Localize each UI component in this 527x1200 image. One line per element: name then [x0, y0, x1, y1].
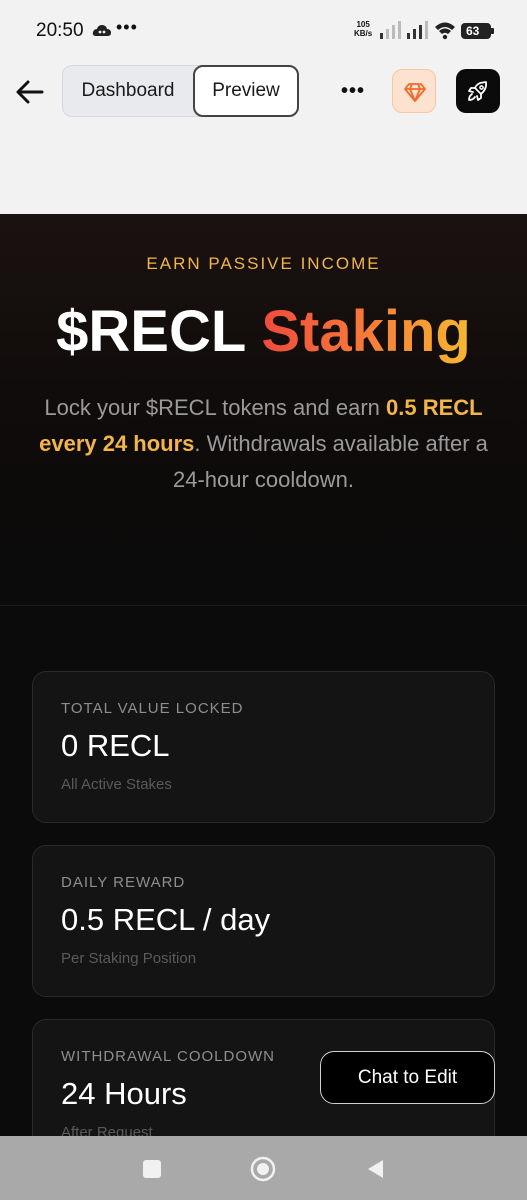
page-title: $RECL Staking: [0, 298, 527, 365]
rocket-icon: [468, 81, 488, 101]
signal-icon-2: [407, 21, 428, 39]
stat-value: 0.5 RECL / day: [61, 902, 271, 937]
hero-eyebrow: EARN PASSIVE INCOME: [146, 254, 381, 273]
more-menu-button[interactable]: •••: [341, 80, 365, 103]
chat-to-edit-button[interactable]: Chat to Edit: [320, 1051, 495, 1104]
status-bar: 20:50 ••• 105 KB/s 63: [0, 0, 527, 64]
wifi-icon: [435, 22, 455, 40]
stat-value: 0 RECL: [61, 728, 170, 763]
network-speed: 105 KB/s: [354, 20, 372, 38]
gem-button[interactable]: [392, 69, 436, 113]
back-icon[interactable]: [365, 1158, 385, 1180]
stat-value: 24 Hours: [61, 1076, 187, 1111]
stat-label: DAILY REWARD: [61, 874, 186, 891]
cloud-game-icon: [92, 25, 111, 36]
battery-level: 63: [466, 24, 480, 38]
recents-icon[interactable]: [143, 1160, 161, 1178]
desc-part1: Lock your $RECL tokens and earn: [44, 395, 386, 420]
title-main: $RECL: [56, 299, 246, 364]
battery-indicator: 63: [461, 23, 494, 39]
status-more: •••: [116, 17, 138, 37]
desc-part2: . Withdrawals available after a 24-hour …: [172, 431, 488, 492]
view-tabs: Dashboard Preview: [62, 65, 299, 117]
hero-section: EARN PASSIVE INCOME $RECL Staking Lock y…: [0, 214, 527, 606]
gem-icon: [404, 83, 426, 102]
stat-card-daily-reward: DAILY REWARD 0.5 RECL / day Per Staking …: [32, 845, 495, 997]
status-time: 20:50: [36, 20, 84, 41]
tab-dashboard[interactable]: Dashboard: [63, 66, 193, 116]
speed-unit: KB/s: [354, 29, 373, 38]
stat-card-tvl: TOTAL VALUE LOCKED 0 RECL All Active Sta…: [32, 671, 495, 823]
system-nav-bar: [0, 1136, 527, 1200]
tab-preview[interactable]: Preview: [193, 65, 299, 117]
stat-sub: All Active Stakes: [61, 776, 172, 793]
title-accent: Staking: [261, 299, 471, 364]
arrow-left-icon[interactable]: [14, 76, 46, 108]
rocket-button[interactable]: [456, 69, 500, 113]
stat-label: TOTAL VALUE LOCKED: [61, 700, 244, 717]
hero-description: Lock your $RECL tokens and earn 0.5 RECL…: [24, 390, 503, 498]
speed-value: 105: [356, 20, 370, 29]
home-icon[interactable]: [250, 1156, 276, 1182]
stat-label: WITHDRAWAL COOLDOWN: [61, 1048, 275, 1065]
signal-icon: [380, 21, 401, 39]
stat-sub: Per Staking Position: [61, 950, 197, 967]
